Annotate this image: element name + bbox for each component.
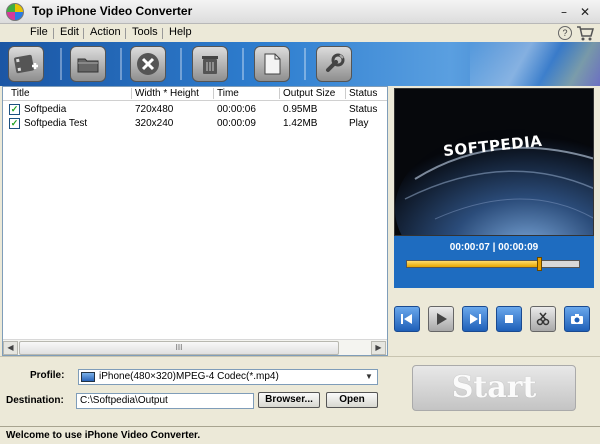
row-title: Softpedia xyxy=(24,104,67,115)
menu-divider xyxy=(125,28,126,39)
settings-button[interactable] xyxy=(316,46,352,82)
next-button[interactable] xyxy=(462,306,488,332)
seek-handle[interactable] xyxy=(537,257,542,271)
menu-divider xyxy=(53,28,54,39)
menu-bar: File Edit Action Tools Help xyxy=(0,24,600,42)
stop-icon xyxy=(505,315,513,323)
remove-button[interactable] xyxy=(130,46,166,82)
browse-button[interactable]: Browser... xyxy=(258,392,320,408)
row-dimensions: 320x240 xyxy=(135,118,174,129)
row-dimensions: 720x480 xyxy=(135,104,174,115)
column-time[interactable]: Time xyxy=(217,88,239,99)
preview-panel: SOFTPEDIA 00:00:07 | 00:00:09 xyxy=(390,86,598,356)
horizontal-scrollbar[interactable]: ◀ III ▶ xyxy=(3,339,387,355)
video-frame-graphic xyxy=(395,89,593,235)
column-output-size[interactable]: Output Size xyxy=(283,88,335,99)
column-divider[interactable] xyxy=(279,88,280,99)
row-output-size: 1.42MB xyxy=(283,118,318,129)
load-folder-button[interactable] xyxy=(70,46,106,82)
play-button[interactable] xyxy=(428,306,454,332)
minimize-button[interactable]: – xyxy=(556,4,572,20)
column-divider[interactable] xyxy=(131,88,132,99)
profile-value: iPhone(480×320)MPEG-4 Codec(*.mp4) xyxy=(99,371,279,382)
wrench-icon xyxy=(326,53,345,72)
column-divider[interactable] xyxy=(213,88,214,99)
properties-button[interactable] xyxy=(254,46,290,82)
row-status: Status xyxy=(349,104,378,115)
chevron-down-icon[interactable]: ▼ xyxy=(362,371,376,383)
app-logo-icon xyxy=(6,3,24,21)
row-status: Play xyxy=(349,118,369,129)
profile-label: Profile: xyxy=(30,370,65,381)
window-title: Top iPhone Video Converter xyxy=(32,4,193,18)
add-video-button[interactable] xyxy=(8,46,44,82)
menu-tools[interactable]: Tools xyxy=(132,26,158,38)
skip-forward-icon xyxy=(470,314,481,324)
menu-divider xyxy=(83,28,84,39)
file-list[interactable]: Title Width * Height Time Output Size St… xyxy=(2,86,388,356)
help-icon[interactable]: ? xyxy=(558,26,572,40)
column-status[interactable]: Status xyxy=(349,88,377,99)
capture-button[interactable] xyxy=(564,306,590,332)
remove-x-icon xyxy=(137,53,159,75)
camera-icon xyxy=(571,314,583,324)
destination-field[interactable]: C:\Softpedia\Output xyxy=(76,393,254,409)
status-message: Welcome to use iPhone Video Converter. xyxy=(6,430,201,441)
list-header: Title Width * Height Time Output Size St… xyxy=(3,87,387,101)
play-icon xyxy=(437,313,447,325)
playback-bar: 00:00:07 | 00:00:09 xyxy=(394,236,594,288)
scroll-thumb[interactable]: III xyxy=(19,341,339,355)
column-divider[interactable] xyxy=(345,88,346,99)
destination-label: Destination: xyxy=(6,395,64,406)
row-checkbox[interactable]: ✓ xyxy=(9,104,20,115)
menu-help[interactable]: Help xyxy=(169,26,192,38)
add-video-icon xyxy=(14,54,38,74)
menu-edit[interactable]: Edit xyxy=(60,26,79,38)
menu-file[interactable]: File xyxy=(30,26,48,38)
menu-divider xyxy=(162,28,163,39)
toolbar-divider xyxy=(60,48,62,80)
format-icon xyxy=(81,372,95,382)
profile-dropdown[interactable]: iPhone(480×320)MPEG-4 Codec(*.mp4) ▼ xyxy=(78,369,378,385)
scroll-right-icon[interactable]: ▶ xyxy=(371,341,386,355)
toolbar xyxy=(0,42,600,86)
seek-progress xyxy=(407,261,539,267)
settings-area: Profile: iPhone(480×320)MPEG-4 Codec(*.m… xyxy=(0,356,600,426)
status-bar: Welcome to use iPhone Video Converter. xyxy=(0,426,600,444)
video-preview: SOFTPEDIA xyxy=(394,88,594,236)
document-icon xyxy=(264,53,281,75)
shopping-cart-icon[interactable] xyxy=(576,25,594,41)
snapshot-mode-button[interactable] xyxy=(530,306,556,332)
row-time: 00:00:06 xyxy=(217,104,256,115)
toolbar-divider xyxy=(242,48,244,80)
scroll-left-icon[interactable]: ◀ xyxy=(3,341,18,355)
toolbar-divider xyxy=(304,48,306,80)
row-time: 00:00:09 xyxy=(217,118,256,129)
folder-icon xyxy=(77,58,99,73)
clear-list-button[interactable] xyxy=(192,46,228,82)
title-bar: Top iPhone Video Converter – ✕ xyxy=(0,0,600,24)
column-title[interactable]: Title xyxy=(11,88,30,99)
row-output-size: 0.95MB xyxy=(283,104,318,115)
film-scissors-icon xyxy=(536,312,550,326)
trash-icon xyxy=(202,56,218,74)
table-row[interactable]: ✓ Softpedia 720x480 00:00:06 0.95MB Stat… xyxy=(3,103,387,117)
open-button[interactable]: Open xyxy=(326,392,378,408)
row-checkbox[interactable]: ✓ xyxy=(9,118,20,129)
toolbar-divider xyxy=(180,48,182,80)
menu-action[interactable]: Action xyxy=(90,26,121,38)
table-row[interactable]: ✓ Softpedia Test 320x240 00:00:09 1.42MB… xyxy=(3,117,387,131)
skip-back-icon xyxy=(401,314,412,324)
stop-button[interactable] xyxy=(496,306,522,332)
time-display: 00:00:07 | 00:00:09 xyxy=(449,242,539,253)
close-button[interactable]: ✕ xyxy=(577,4,593,20)
start-button[interactable]: Start xyxy=(412,365,576,411)
seek-slider[interactable] xyxy=(406,257,580,271)
previous-button[interactable] xyxy=(394,306,420,332)
row-title: Softpedia Test xyxy=(24,118,88,129)
toolbar-divider xyxy=(120,48,122,80)
column-dimensions[interactable]: Width * Height xyxy=(135,88,199,99)
